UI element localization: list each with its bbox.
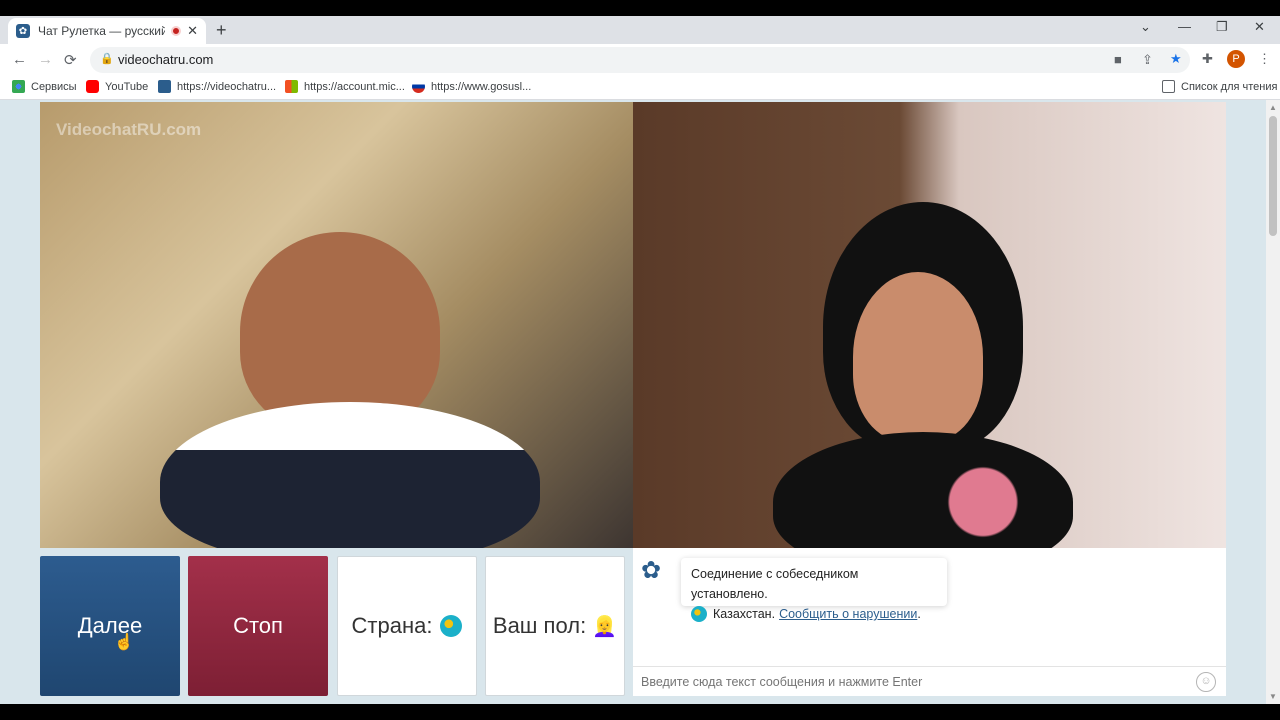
browser-toolbar: ← → ⟳ 🔒 videochatru.com ■ ⇪ ★ ✚ P ⋮	[0, 44, 1280, 76]
scrollbar-thumb[interactable]	[1269, 116, 1277, 236]
message-bar: ☺	[633, 666, 1226, 696]
tab-search-icon[interactable]: ⌄	[1140, 19, 1151, 35]
chat-panel: ✿ Соединение с собеседником установлено.…	[633, 548, 1226, 696]
videochat-logo-icon: ✿	[641, 557, 662, 584]
tab-close-icon[interactable]: ✕	[187, 23, 198, 39]
apps-grid-icon	[12, 80, 25, 93]
gender-emoji-icon: 👱‍♀️	[592, 615, 618, 638]
bookmark-microsoft[interactable]: https://account.mic...	[285, 80, 405, 93]
new-tab-button[interactable]: +	[216, 20, 227, 41]
bookmark-videochatru[interactable]: https://videochatru...	[158, 80, 276, 93]
site-watermark: VideochatRU.com	[56, 120, 202, 139]
gosuslugi-icon	[412, 80, 425, 93]
stop-button[interactable]: Стоп	[188, 556, 328, 696]
scroll-down-icon[interactable]: ▼	[1269, 692, 1277, 701]
country-label: Страна:	[351, 613, 433, 638]
bookmark-gosuslugi[interactable]: https://www.gosusl...	[412, 80, 531, 93]
kazakhstan-flag-small-icon	[691, 606, 707, 622]
browser-menu-icon[interactable]: ⋮	[1258, 51, 1271, 67]
reload-button[interactable]: ⟳	[64, 51, 77, 69]
page-scrollbar[interactable]: ▲ ▼	[1266, 100, 1280, 704]
profile-avatar[interactable]: P	[1227, 50, 1245, 68]
system-message: Соединение с собеседником установлено. К…	[681, 558, 947, 622]
forward-button[interactable]: →	[38, 51, 53, 68]
local-user-body	[160, 402, 540, 548]
remote-user-body	[773, 432, 1073, 548]
remote-user-face	[853, 272, 983, 442]
youtube-icon	[86, 80, 99, 93]
bookmarks-bar: Сервисы YouTube https://videochatru... h…	[0, 76, 1280, 100]
tab-strip: ✿ Чат Рулетка — русский вид ✕ + ⌄ — ❐ ✕	[0, 16, 1280, 44]
bookmark-youtube[interactable]: YouTube	[86, 80, 148, 93]
kazakhstan-flag-icon	[440, 615, 463, 637]
country-select-button[interactable]: Страна:	[337, 556, 477, 696]
browser-window: ✿ Чат Рулетка — русский вид ✕ + ⌄ — ❐ ✕ …	[0, 16, 1280, 704]
share-icon[interactable]: ⇪	[1142, 52, 1153, 68]
report-abuse-link[interactable]: Сообщить о нарушении	[779, 604, 917, 624]
page-content: VideochatRU.com Далее ☝ Стоп Страна: Ваш…	[0, 100, 1266, 704]
bookmark-services[interactable]: Сервисы	[12, 80, 77, 93]
scroll-up-icon[interactable]: ▲	[1269, 103, 1277, 112]
minimize-button[interactable]: —	[1178, 19, 1191, 34]
url-text[interactable]: videochatru.com	[118, 52, 213, 67]
reading-list-icon	[1162, 80, 1175, 93]
local-video: VideochatRU.com	[40, 102, 633, 548]
close-window-button[interactable]: ✕	[1254, 19, 1265, 35]
extensions-icon[interactable]: ✚	[1202, 51, 1213, 67]
videochatru-icon	[158, 80, 171, 93]
stop-button-label: Стоп	[233, 613, 283, 638]
bookmark-star-icon[interactable]: ★	[1170, 51, 1182, 67]
next-button[interactable]: Далее	[40, 556, 180, 696]
microsoft-icon	[285, 80, 298, 93]
connection-status-text: Соединение с собеседником установлено.	[691, 567, 859, 601]
camera-icon[interactable]: ■	[1114, 52, 1122, 67]
emoji-picker-icon[interactable]: ☺	[1196, 672, 1216, 692]
back-button[interactable]: ←	[12, 51, 27, 68]
recording-indicator-icon	[171, 26, 182, 36]
site-favicon-icon: ✿	[16, 24, 30, 38]
message-input[interactable]	[641, 672, 1181, 692]
tab-videochat[interactable]: ✿ Чат Рулетка — русский вид ✕	[8, 18, 206, 44]
address-bar[interactable]: 🔒 videochatru.com ■ ⇪ ★	[90, 47, 1190, 73]
reading-list-button[interactable]: Список для чтения	[1162, 80, 1277, 93]
restore-button[interactable]: ❐	[1216, 19, 1228, 35]
screen-frame: ✿ Чат Рулетка — русский вид ✕ + ⌄ — ❐ ✕ …	[0, 0, 1280, 720]
tab-title: Чат Рулетка — русский вид	[38, 24, 166, 38]
gender-label: Ваш пол:	[492, 613, 587, 638]
lock-icon[interactable]: 🔒	[100, 52, 114, 65]
report-link-suffix: .	[917, 607, 921, 621]
remote-video	[633, 102, 1226, 548]
gender-select-button[interactable]: Ваш пол: 👱‍♀️	[485, 556, 625, 696]
mouse-cursor-icon: ☝	[114, 634, 134, 651]
partner-country: Казахстан.	[713, 607, 776, 621]
